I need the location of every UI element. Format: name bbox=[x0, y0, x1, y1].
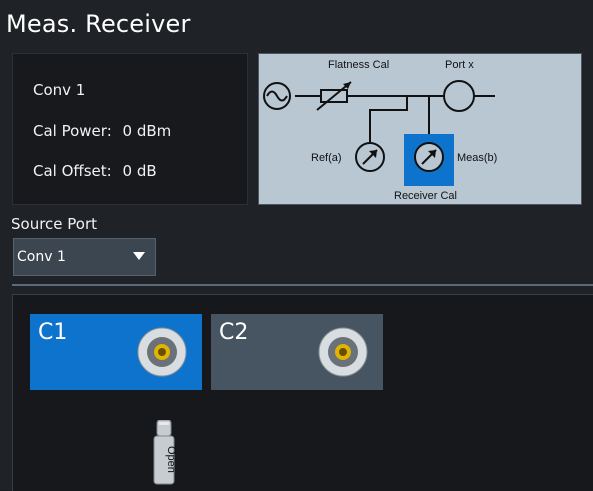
page-title: Meas. Receiver bbox=[6, 10, 191, 38]
flatness-cal-label: Flatness Cal bbox=[328, 59, 389, 71]
receiver-cal-label: Receiver Cal bbox=[394, 190, 457, 202]
meas-meter-icon bbox=[414, 142, 444, 172]
coax-connector-icon bbox=[318, 327, 368, 377]
calibration-info-box: Conv 1 Cal Power: 0 dBm Cal Offset: 0 dB bbox=[12, 53, 248, 205]
port-label-c2: C2 bbox=[219, 320, 249, 345]
separator-line bbox=[12, 284, 593, 286]
cal-offset-row: Cal Offset: 0 dB bbox=[33, 162, 157, 180]
meas-receiver-panel: Meas. Receiver Conv 1 Cal Power: 0 dBm C… bbox=[0, 0, 593, 491]
coax-connector-icon bbox=[137, 327, 187, 377]
cal-offset-value: 0 dB bbox=[122, 162, 157, 180]
meas-label: Meas(b) bbox=[457, 152, 497, 164]
variable-attenuator-icon bbox=[316, 81, 352, 111]
port-x-icon bbox=[443, 80, 475, 112]
cal-offset-label: Cal Offset: bbox=[33, 162, 112, 180]
source-port-label: Source Port bbox=[11, 215, 98, 233]
port-tile-c2[interactable]: C2 bbox=[211, 314, 383, 390]
cal-power-row: Cal Power: 0 dBm bbox=[33, 122, 171, 140]
source-port-dropdown[interactable]: Conv 1 bbox=[13, 238, 156, 276]
port-x-label: Port x bbox=[445, 59, 474, 71]
ref-label: Ref(a) bbox=[311, 152, 342, 164]
open-standard-icon[interactable]: Open bbox=[151, 420, 177, 486]
port-tile-c1[interactable]: C1 bbox=[30, 314, 202, 390]
source-port-selected: Conv 1 bbox=[17, 249, 66, 265]
chevron-down-icon bbox=[133, 252, 145, 260]
ref-meter-icon bbox=[355, 142, 385, 172]
converter-name: Conv 1 bbox=[33, 81, 86, 99]
cal-power-label: Cal Power: bbox=[33, 122, 112, 140]
receiver-cal-diagram: Flatness Cal Port x Ref(a) Meas(b) Recei… bbox=[258, 53, 582, 205]
port-label-c1: C1 bbox=[38, 320, 68, 345]
open-standard-label: Open bbox=[165, 446, 177, 473]
signal-source-icon bbox=[263, 82, 291, 110]
cal-power-value: 0 dBm bbox=[122, 122, 172, 140]
